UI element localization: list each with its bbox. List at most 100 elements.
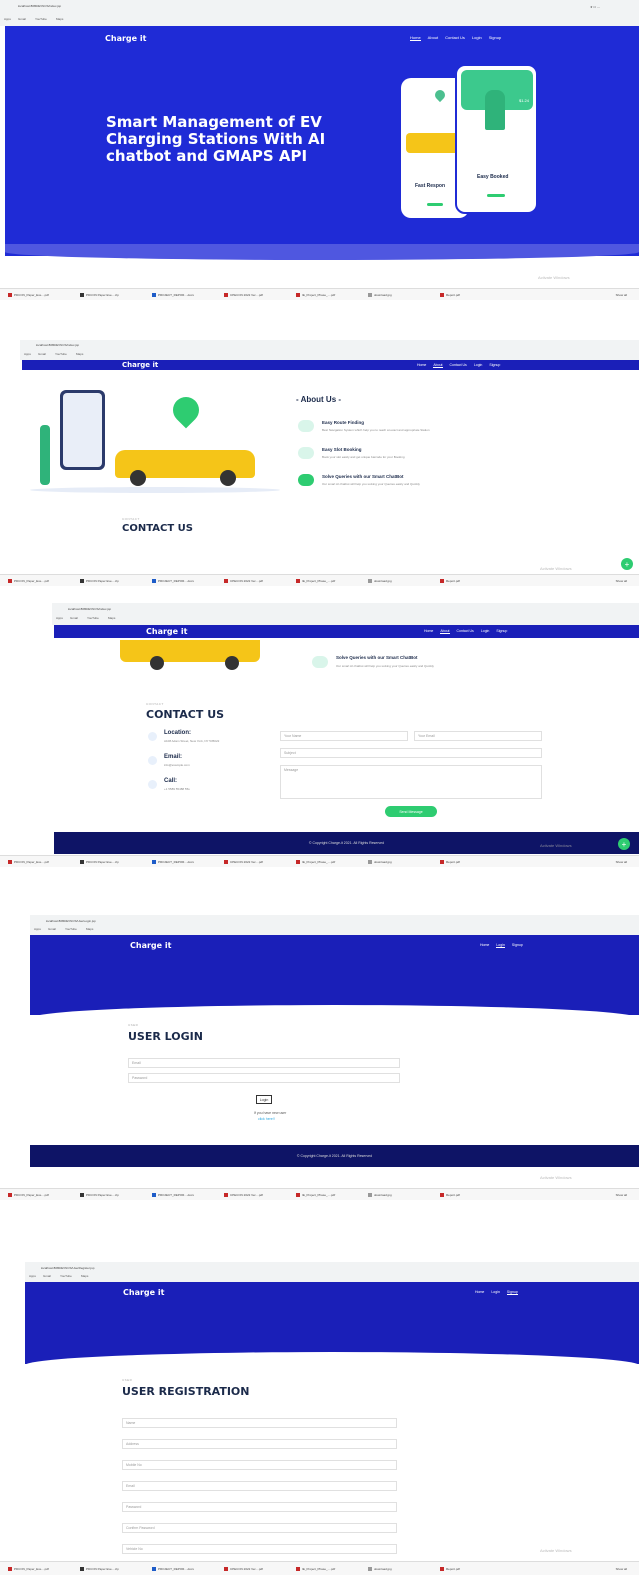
nav-home[interactable]: Home (475, 1290, 484, 1295)
download-item[interactable]: Report.pdf (440, 1566, 508, 1571)
download-item[interactable]: CPECON 2022 Ver....pdf (224, 292, 292, 297)
download-item[interactable]: PROJECT_REPOR....docx (152, 1566, 220, 1571)
download-item[interactable]: CPECON 2022 Ver....pdf (224, 1192, 292, 1197)
download-item[interactable]: PDCON_Paper_Eve....pdf (8, 1566, 76, 1571)
contact-email-input[interactable]: Your Email (414, 731, 542, 741)
download-item[interactable]: download.jpg (368, 578, 436, 583)
nav-home[interactable]: Home (410, 35, 421, 41)
contact-subject-input[interactable]: Subject (280, 748, 542, 758)
nav-signup[interactable]: Signup (506, 1290, 518, 1295)
bookmark-gmail[interactable]: Gmail (38, 352, 46, 356)
show-all-button[interactable]: Show all (616, 860, 627, 864)
register-vehicle-input[interactable]: Vehicle No (122, 1544, 397, 1554)
nav-about[interactable]: About (428, 35, 438, 41)
download-item[interactable]: Report.pdf (440, 859, 508, 864)
download-item[interactable]: IE_Project_Phase_....pdf (296, 1566, 364, 1571)
show-all-button[interactable]: Show all (616, 579, 627, 583)
nav-signup[interactable]: Signup (489, 363, 500, 368)
register-password-input[interactable]: Password (122, 1502, 397, 1512)
register-address-input[interactable]: Address (122, 1439, 397, 1449)
download-item[interactable]: IE_Project_Phase_....pdf (296, 1192, 364, 1197)
bookmark-gmail[interactable]: Gmail (48, 927, 56, 931)
nav-login[interactable]: Login (491, 1290, 500, 1295)
bookmark-gmail[interactable]: Gmail (18, 17, 26, 21)
bookmark-youtube[interactable]: YouTube (55, 352, 67, 356)
bookmark-gmail[interactable]: Gmail (70, 616, 78, 620)
download-item[interactable]: download.jpg (368, 1566, 436, 1571)
nav-signup[interactable]: Signup (496, 629, 507, 634)
nav-about[interactable]: About (433, 363, 443, 368)
bookmark-maps[interactable]: Maps (76, 352, 83, 356)
nav-signup[interactable]: Signup (489, 35, 501, 41)
download-item[interactable]: CPECON 2022 Ver....pdf (224, 859, 292, 864)
login-email-input[interactable]: Email (128, 1058, 400, 1068)
nav-signup[interactable]: Signup (512, 943, 523, 948)
download-item[interactable]: Report.pdf (440, 292, 508, 297)
brand-logo[interactable]: Charge it (105, 34, 146, 43)
address-bar[interactable]: localhost:8080/EVNCS/index.jsp (36, 343, 79, 347)
show-all-button[interactable]: Show all (616, 1567, 627, 1571)
address-bar[interactable]: localhost:8080/EVNCS/index.jsp (18, 4, 61, 8)
brand-logo[interactable]: Charge it (123, 1288, 164, 1297)
bookmark-maps[interactable]: Maps (56, 17, 63, 21)
address-bar[interactable]: localhost:8080/EVNCS/UserLogin.jsp (46, 919, 96, 923)
download-item[interactable]: PROJECT_REPOR....docx (152, 292, 220, 297)
login-password-input[interactable]: Password (128, 1073, 400, 1083)
bookmark-maps[interactable]: Maps (81, 1274, 88, 1278)
nav-contact[interactable]: Contact Us (450, 363, 467, 368)
download-item[interactable]: Report.pdf (440, 578, 508, 583)
show-all-button[interactable]: Show all (616, 1193, 627, 1197)
chat-fab[interactable]: + (621, 558, 633, 570)
download-item[interactable]: IE_Project_Phase_....pdf (296, 859, 364, 864)
download-item[interactable]: PDCON Paper Eve....zip (80, 292, 148, 297)
nav-contact[interactable]: Contact Us (457, 629, 474, 634)
nav-contact[interactable]: Contact Us (445, 35, 465, 41)
download-item[interactable]: IE_Project_Phase_....pdf (296, 292, 364, 297)
contact-name-input[interactable]: Your Name (280, 731, 408, 741)
brand-logo[interactable]: Charge it (122, 361, 158, 369)
nav-login[interactable]: Login (481, 629, 490, 634)
bookmark-youtube[interactable]: YouTube (87, 616, 99, 620)
download-item[interactable]: PDCON Paper Eve....zip (80, 578, 148, 583)
download-item[interactable]: CPECON 2022 Ver....pdf (224, 1566, 292, 1571)
bookmark-apps[interactable]: Apps (4, 17, 11, 21)
download-item[interactable]: PDCON_Paper_Eve....pdf (8, 578, 76, 583)
browser-menu-icon[interactable]: ★ ⊡ ⋯ (590, 5, 600, 9)
register-confirm-password-input[interactable]: Confirm Password (122, 1523, 397, 1533)
bookmark-apps[interactable]: Apps (24, 352, 31, 356)
nav-home[interactable]: Home (424, 629, 433, 634)
nav-login[interactable]: Login (474, 363, 483, 368)
nav-login[interactable]: Login (472, 35, 482, 41)
show-all-button[interactable]: Show all (616, 293, 627, 297)
download-item[interactable]: Report.pdf (440, 1192, 508, 1197)
download-item[interactable]: PDCON Paper Eve....zip (80, 1566, 148, 1571)
register-link[interactable]: click here!! (258, 1117, 275, 1121)
download-item[interactable]: CPECON 2022 Ver....pdf (224, 578, 292, 583)
brand-logo[interactable]: Charge it (130, 941, 171, 950)
address-bar[interactable]: localhost:8080/EVNCS/index.jsp (68, 607, 111, 611)
nav-about[interactable]: About (440, 629, 450, 634)
download-item[interactable]: download.jpg (368, 292, 436, 297)
nav-home[interactable]: Home (480, 943, 489, 948)
download-item[interactable]: download.jpg (368, 859, 436, 864)
bookmark-apps[interactable]: Apps (56, 616, 63, 620)
register-email-input[interactable]: Email (122, 1481, 397, 1491)
download-item[interactable]: PROJECT_REPOR....docx (152, 1192, 220, 1197)
download-item[interactable]: PDCON_Paper_Eve....pdf (8, 1192, 76, 1197)
download-item[interactable]: download.jpg (368, 1192, 436, 1197)
login-button[interactable]: Login (256, 1095, 272, 1104)
register-name-input[interactable]: Name (122, 1418, 397, 1428)
nav-login[interactable]: Login (496, 943, 505, 948)
chat-fab[interactable]: + (618, 838, 630, 850)
download-item[interactable]: PDCON_Paper_Eve....pdf (8, 859, 76, 864)
bookmark-youtube[interactable]: YouTube (35, 17, 47, 21)
download-item[interactable]: PROJECT_REPOR....docx (152, 578, 220, 583)
address-bar[interactable]: localhost:8080/EVNCS/UserRegister.jsp (41, 1266, 94, 1270)
nav-home[interactable]: Home (417, 363, 426, 368)
download-item[interactable]: PDCON Paper Eve....zip (80, 859, 148, 864)
contact-message-input[interactable]: Message (280, 765, 542, 799)
download-item[interactable]: PDCON Paper Eve....zip (80, 1192, 148, 1197)
bookmark-youtube[interactable]: YouTube (65, 927, 77, 931)
bookmark-youtube[interactable]: YouTube (60, 1274, 72, 1278)
bookmark-maps[interactable]: Maps (108, 616, 115, 620)
